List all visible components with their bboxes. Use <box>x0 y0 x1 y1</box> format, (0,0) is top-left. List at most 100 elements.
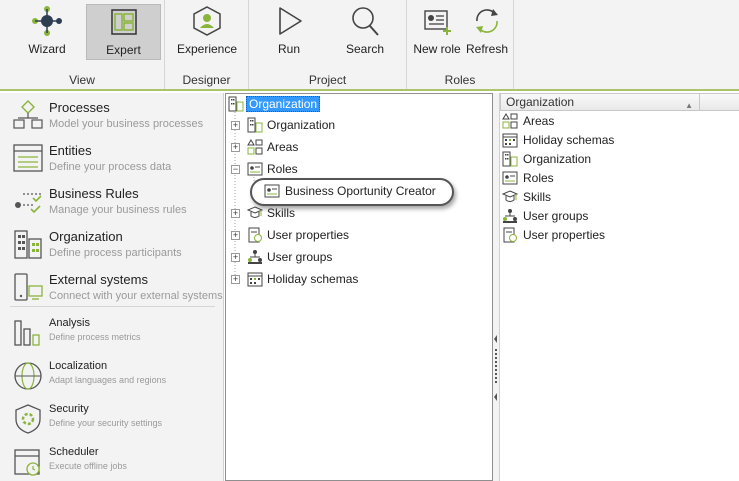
tree-node-label: Holiday schemas <box>267 272 359 286</box>
tree-node-label: Areas <box>267 140 299 154</box>
nav-item-processes[interactable]: Processes Model your business processes <box>0 100 222 136</box>
group-label-view: View <box>69 73 95 87</box>
list-item[interactable]: User properties <box>502 226 605 244</box>
ribbon-group-project: Run Search Project <box>249 0 407 89</box>
group-label-designer: Designer <box>182 73 231 87</box>
refresh-label: Refresh <box>465 42 509 56</box>
list-item-label: Areas <box>523 114 555 128</box>
list-item[interactable]: User groups <box>502 207 588 225</box>
nav-item-localization[interactable]: Localization Adapt languages and regions <box>0 360 222 394</box>
nav-subtitle: Model your business processes <box>49 118 204 130</box>
new-role-label: New role <box>413 42 461 56</box>
wizard-button[interactable]: Wizard <box>12 4 82 60</box>
list-item-label: Holiday schemas <box>523 133 615 147</box>
nav-subtitle: Define your security settings <box>49 418 163 428</box>
list-item-label: User groups <box>523 209 589 223</box>
nav-title: Localization <box>49 360 108 372</box>
run-button[interactable]: Run <box>263 4 315 60</box>
tree-node-areas[interactable]: + Areas <box>226 138 426 156</box>
group-label-roles: Roles <box>444 73 476 87</box>
list-header-label: Organization <box>506 95 575 109</box>
calendar-icon <box>13 446 43 478</box>
wizard-label: Wizard <box>28 42 66 56</box>
nav-item-entities[interactable]: Entities Define your process data <box>0 143 222 179</box>
areas-icon <box>247 139 263 155</box>
nav-item-external-systems[interactable]: External systems Connect with your exter… <box>0 272 223 308</box>
tree-node-business-oportunity-creator[interactable]: Business Oportunity Creator <box>264 182 454 200</box>
list-item-label: Roles <box>523 171 554 185</box>
list-column-header-empty <box>700 93 739 111</box>
expand-toggle[interactable]: + <box>231 121 240 130</box>
nav-item-scheduler[interactable]: Scheduler Execute offline jobs <box>0 446 222 480</box>
globe-icon <box>13 360 43 392</box>
nav-title: Analysis <box>49 317 90 329</box>
expand-toggle[interactable]: + <box>231 275 240 284</box>
organization-icon <box>247 117 263 133</box>
expert-button[interactable]: Expert <box>86 4 161 60</box>
experience-button[interactable]: Experience <box>171 4 243 60</box>
tree-node-roles[interactable]: − Roles <box>226 160 426 178</box>
tree-child-label: Business Oportunity Creator <box>285 184 436 198</box>
new-role-button[interactable]: New role <box>411 4 463 60</box>
expand-toggle[interactable]: + <box>231 143 240 152</box>
left-navigation: Processes Model your business processes … <box>0 93 224 481</box>
list-item[interactable]: Skills <box>502 188 551 206</box>
nav-title: Organization <box>49 229 123 244</box>
refresh-button[interactable]: Refresh <box>465 4 509 60</box>
tree-node-label: Organization <box>267 118 336 132</box>
expand-toggle[interactable]: + <box>231 253 240 262</box>
ribbon: Wizard Expert View Experience Designer R… <box>0 0 739 91</box>
nav-title: Security <box>49 403 89 415</box>
holiday-schemas-icon <box>247 272 263 287</box>
list-column-header[interactable]: Organization ▲ <box>500 93 700 111</box>
organization-icon <box>13 229 43 261</box>
nav-separator <box>10 306 215 307</box>
tree-node-label: Roles <box>267 162 298 176</box>
skills-icon <box>502 190 518 202</box>
tree-node-label: User groups <box>267 250 333 264</box>
security-icon <box>13 403 43 435</box>
collapse-toggle[interactable]: − <box>231 165 240 174</box>
external-systems-icon <box>13 272 43 304</box>
wizard-icon <box>29 4 65 38</box>
list-item[interactable]: Areas <box>502 112 554 130</box>
entities-icon <box>13 143 43 175</box>
nav-subtitle: Define process participants <box>49 247 182 259</box>
group-label-project: Project <box>308 73 347 87</box>
nav-item-organization[interactable]: Organization Define process participants <box>0 229 222 265</box>
expert-icon <box>106 5 142 39</box>
run-label: Run <box>277 42 300 56</box>
holiday-schemas-icon <box>502 133 518 148</box>
business-rules-icon <box>13 186 43 218</box>
expand-toggle[interactable]: + <box>231 231 240 240</box>
search-button[interactable]: Search <box>339 4 391 60</box>
skills-icon <box>247 206 263 218</box>
list-item[interactable]: Roles <box>502 169 554 187</box>
tree-node-organization[interactable]: + Organization <box>226 116 426 134</box>
tree-node-user-properties[interactable]: + User properties <box>226 226 426 244</box>
expand-toggle[interactable]: + <box>231 209 240 218</box>
expert-label: Expert <box>106 43 141 57</box>
play-icon <box>271 4 307 38</box>
search-label: Search <box>345 42 385 56</box>
nav-title: Scheduler <box>49 446 99 458</box>
nav-subtitle: Adapt languages and regions <box>49 375 167 385</box>
list-item[interactable]: Organization <box>502 150 591 168</box>
list-item[interactable]: Holiday schemas <box>502 131 614 149</box>
new-role-icon <box>419 4 455 38</box>
tree-node-skills[interactable]: + Skills <box>226 204 426 222</box>
nav-subtitle: Connect with your external systems <box>49 290 223 302</box>
processes-icon <box>13 100 43 132</box>
nav-item-analysis[interactable]: Analysis Define process metrics <box>0 317 222 351</box>
user-properties-icon <box>503 227 517 243</box>
tree-node-holiday-schemas[interactable]: + Holiday schemas <box>226 270 426 288</box>
nav-item-business-rules[interactable]: Business Rules Manage your business rule… <box>0 186 222 222</box>
sort-ascending-icon: ▲ <box>685 101 693 110</box>
user-groups-icon <box>248 250 262 264</box>
tree-node-label: User properties <box>267 228 350 242</box>
nav-subtitle: Execute offline jobs <box>49 461 127 471</box>
nav-subtitle: Manage your business rules <box>49 204 187 216</box>
nav-item-security[interactable]: Security Define your security settings <box>0 403 222 437</box>
tree-node-user-groups[interactable]: + User groups <box>226 248 426 266</box>
analysis-icon <box>13 317 43 349</box>
